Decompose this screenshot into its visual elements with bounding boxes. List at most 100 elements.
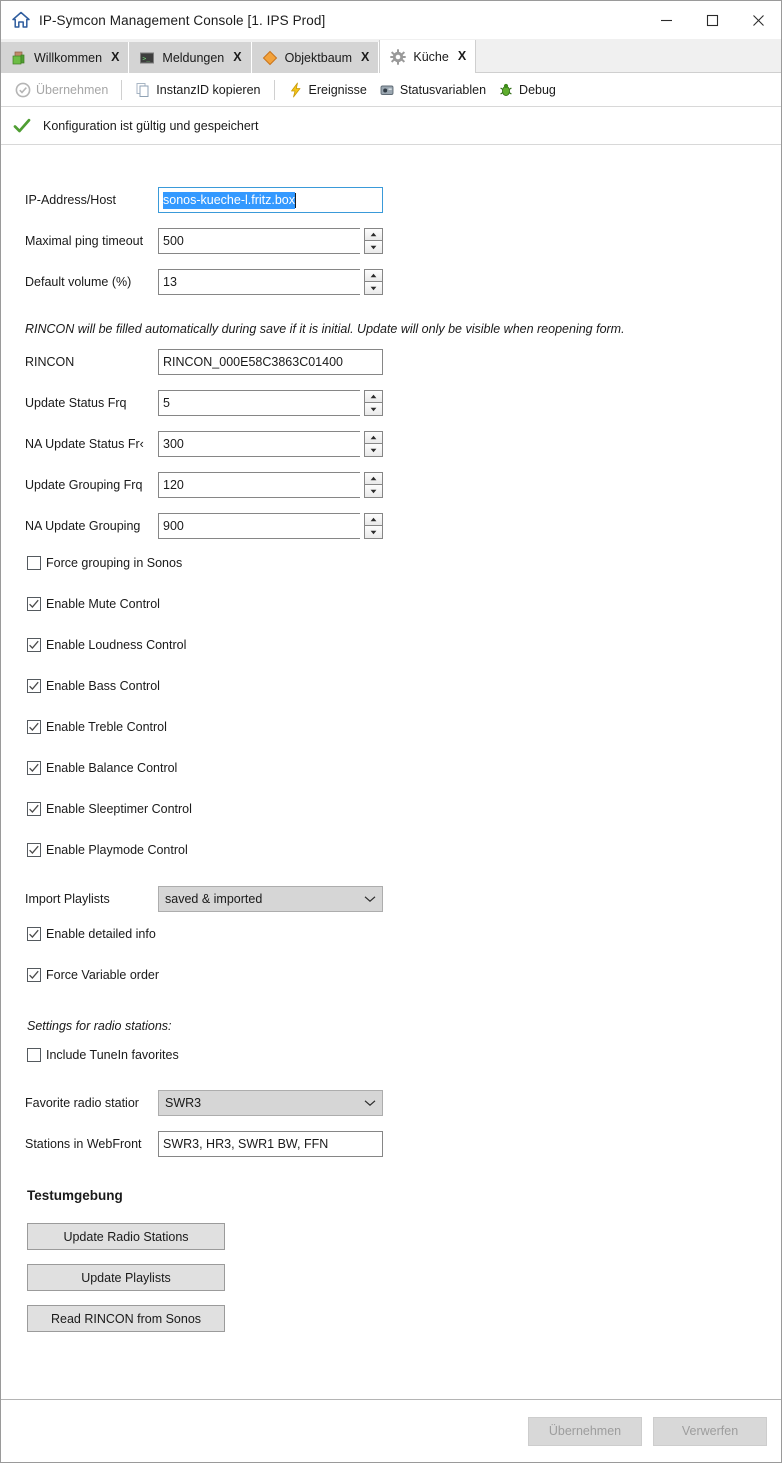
field-na-update-status-frq: NA Update Status Fr‹ 300: [25, 431, 383, 457]
field-update-grouping-frq: Update Grouping Frq 120: [25, 472, 383, 498]
checkbox-box: [27, 1048, 41, 1062]
tab-label: Objektbaum: [284, 50, 353, 65]
checkbox-label: Enable detailed info: [46, 927, 156, 941]
toolbar-copy-instance-id-button[interactable]: InstanzID kopieren: [129, 77, 266, 103]
toolbar-events-label: Ereignisse: [308, 82, 367, 97]
checkbox-label: Enable Mute Control: [46, 597, 160, 611]
na-update-grouping-input[interactable]: 900: [158, 513, 360, 539]
checkmark-icon: [29, 845, 39, 854]
checkbox-box: [27, 927, 41, 941]
test-section-title: Testumgebung: [27, 1188, 123, 1203]
toolbar-separator: [273, 79, 275, 100]
spinner-up-button[interactable]: [364, 431, 383, 444]
na-update-grouping-spinner[interactable]: 900: [158, 513, 383, 539]
minimize-button[interactable]: [643, 1, 689, 39]
stations-in-webfront-input[interactable]: SWR3, HR3, SWR1 BW, FFN: [158, 1131, 383, 1157]
field-import-playlists: Import Playlists saved & imported: [25, 886, 383, 912]
default-volume-value: 13: [163, 275, 177, 289]
favorite-radio-station-value: SWR3: [165, 1096, 202, 1110]
checkbox-enable-playmode-control[interactable]: Enable Playmode Control: [27, 843, 188, 857]
checkbox-enable-detailed-info[interactable]: Enable detailed info: [27, 927, 156, 941]
spinner-down-button[interactable]: [364, 526, 383, 539]
tab-willkommen[interactable]: Willkommen X: [1, 42, 130, 73]
chevron-down-icon: [370, 407, 377, 411]
spinner-down-button[interactable]: [364, 282, 383, 295]
tab-meldungen[interactable]: >_ Meldungen X: [129, 42, 252, 73]
chevron-up-icon: [370, 232, 377, 237]
update-grouping-frq-value: 120: [163, 478, 184, 492]
spinner-down-button[interactable]: [364, 241, 383, 254]
title-bar: IP-Symcon Management Console [1. IPS Pro…: [1, 1, 781, 39]
update-status-frq-input[interactable]: 5: [158, 390, 360, 416]
checkbox-enable-mute-control[interactable]: Enable Mute Control: [27, 597, 160, 611]
update-playlists-button[interactable]: Update Playlists: [27, 1264, 225, 1291]
footer-discard-button[interactable]: Verwerfen: [653, 1416, 767, 1446]
default-volume-spinner[interactable]: 13: [158, 269, 383, 295]
spinner-up-button[interactable]: [364, 472, 383, 485]
toolbar-status-variables-button[interactable]: Statusvariablen: [373, 77, 492, 103]
tab-objektbaum[interactable]: Objektbaum X: [251, 42, 380, 73]
checkbox-label: Enable Treble Control: [46, 720, 167, 734]
checkbox-enable-loudness-control[interactable]: Enable Loudness Control: [27, 638, 186, 652]
tab-close-icon[interactable]: X: [233, 51, 241, 64]
update-grouping-frq-label: Update Grouping Frq: [25, 478, 143, 492]
checkbox-include-tunein-favorites[interactable]: Include TuneIn favorites: [27, 1048, 179, 1062]
default-volume-label: Default volume (%): [25, 275, 132, 289]
rincon-value: RINCON_000E58C3863C01400: [163, 355, 343, 369]
rincon-input[interactable]: RINCON_000E58C3863C01400: [158, 349, 383, 375]
import-playlists-select[interactable]: saved & imported: [158, 886, 383, 912]
toolbar-events-button[interactable]: Ereignisse: [282, 77, 373, 103]
spinner-down-button[interactable]: [364, 403, 383, 416]
read-rincon-from-sonos-button[interactable]: Read RINCON from Sonos: [27, 1305, 225, 1332]
tab-kueche[interactable]: Küche X: [379, 40, 477, 73]
checkbox-enable-bass-control[interactable]: Enable Bass Control: [27, 679, 160, 693]
checkbox-box: [27, 679, 41, 693]
button-label: Update Playlists: [81, 1270, 171, 1285]
button-label: Verwerfen: [681, 1424, 739, 1438]
checkbox-enable-treble-control[interactable]: Enable Treble Control: [27, 720, 167, 734]
maximize-icon: [706, 14, 718, 26]
toolbar-apply-button[interactable]: Übernehmen: [9, 77, 114, 103]
ping-timeout-spinner[interactable]: 500: [158, 228, 383, 254]
footer-apply-button[interactable]: Übernehmen: [528, 1416, 642, 1446]
tab-close-icon[interactable]: X: [361, 51, 369, 64]
spinner-down-button[interactable]: [364, 444, 383, 457]
checkbox-enable-balance-control[interactable]: Enable Balance Control: [27, 761, 177, 775]
ip-address-input[interactable]: sonos-kueche-l.fritz.box: [158, 187, 383, 213]
copy-pages-icon: [136, 82, 149, 97]
spinner-up-button[interactable]: [364, 269, 383, 282]
chevron-down-icon: [364, 1100, 376, 1106]
update-status-frq-spinner[interactable]: 5: [158, 390, 383, 416]
update-status-frq-label: Update Status Frq: [25, 396, 127, 410]
tab-close-icon[interactable]: X: [458, 50, 466, 63]
toolbar-debug-button[interactable]: Debug: [492, 77, 562, 103]
checkbox-box: [27, 843, 41, 857]
na-update-status-frq-input[interactable]: 300: [158, 431, 360, 457]
field-update-status-frq: Update Status Frq 5: [25, 390, 383, 416]
spinner-down-button[interactable]: [364, 485, 383, 498]
favorite-radio-station-select[interactable]: SWR3: [158, 1090, 383, 1116]
console-window-icon: >_: [140, 52, 155, 63]
close-button[interactable]: [735, 1, 781, 39]
checkmark-icon: [29, 640, 39, 649]
spinner-up-button[interactable]: [364, 513, 383, 526]
spinner-buttons: [364, 513, 383, 539]
checkbox-force-grouping[interactable]: Force grouping in Sonos: [27, 556, 182, 570]
update-grouping-frq-input[interactable]: 120: [158, 472, 360, 498]
minimize-icon: [660, 19, 672, 21]
update-grouping-frq-spinner[interactable]: 120: [158, 472, 383, 498]
ping-timeout-value: 500: [163, 234, 184, 248]
spinner-up-button[interactable]: [364, 228, 383, 241]
checkbox-enable-sleeptimer-control[interactable]: Enable Sleeptimer Control: [27, 802, 192, 816]
checkmark-icon: [29, 804, 39, 813]
na-update-status-frq-value: 300: [163, 437, 184, 451]
tab-close-icon[interactable]: X: [111, 51, 119, 64]
na-update-status-frq-spinner[interactable]: 300: [158, 431, 383, 457]
checkbox-force-variable-order[interactable]: Force Variable order: [27, 968, 159, 982]
maximize-button[interactable]: [689, 1, 735, 39]
spinner-up-button[interactable]: [364, 390, 383, 403]
field-stations-in-webfront: Stations in WebFront SWR3, HR3, SWR1 BW,…: [25, 1131, 383, 1157]
ping-timeout-input[interactable]: 500: [158, 228, 360, 254]
default-volume-input[interactable]: 13: [158, 269, 360, 295]
update-radio-stations-button[interactable]: Update Radio Stations: [27, 1223, 225, 1250]
